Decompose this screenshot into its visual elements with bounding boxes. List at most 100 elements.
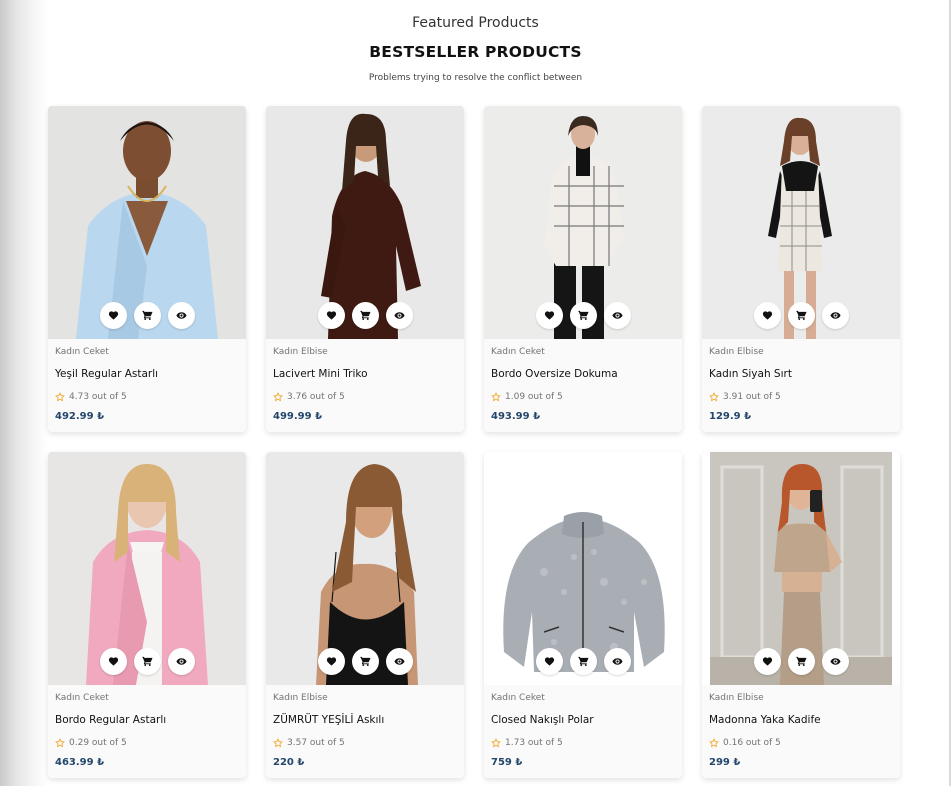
add-to-cart-button[interactable] [351, 648, 379, 675]
product-card[interactable]: Kadın Ceket Bordo Oversize Dokuma 1.09 o… [484, 106, 682, 432]
product-card[interactable]: Kadın Elbise Madonna Yaka Kadife 0.16 ou… [702, 452, 900, 778]
product-category: Kadın Elbise [709, 693, 764, 703]
favorite-button[interactable] [753, 648, 781, 675]
rating-text: 3.91 out of 5 [723, 391, 781, 402]
rating-text: 0.29 out of 5 [69, 737, 127, 748]
eye-icon [175, 312, 187, 319]
heart-icon [544, 657, 554, 666]
product-card[interactable]: Kadın Elbise Lacivert Mini Triko 3.76 ou… [266, 106, 464, 432]
product-image[interactable] [48, 452, 246, 685]
product-name[interactable]: Lacivert Mini Triko [273, 368, 457, 382]
product-price: 129.9 ₺ [709, 411, 752, 422]
product-grid: Kadın Ceket Yeşil Regular Astarlı 4.73 o… [48, 106, 900, 778]
product-actions [48, 302, 246, 329]
rating-text: 3.57 out of 5 [287, 737, 345, 748]
favorite-button[interactable] [317, 302, 345, 329]
product-category: Kadın Ceket [55, 347, 109, 357]
product-name[interactable]: Yeşil Regular Astarlı [55, 368, 239, 382]
add-to-cart-button[interactable] [133, 648, 161, 675]
cart-icon [141, 656, 153, 667]
section-eyebrow: Featured Products [412, 15, 539, 31]
product-actions [702, 648, 900, 675]
quick-view-button[interactable] [821, 648, 849, 675]
product-rating: 4.73 out of 5 [55, 390, 239, 403]
heart-icon [326, 657, 336, 666]
favorite-button[interactable] [535, 648, 563, 675]
product-price: 299 ₺ [709, 757, 741, 768]
quick-view-button[interactable] [603, 648, 631, 675]
product-rating: 0.16 out of 5 [709, 736, 893, 749]
eye-icon [611, 312, 623, 319]
product-name[interactable]: Kadın Siyah Sırt [709, 368, 893, 382]
product-image[interactable] [266, 106, 464, 339]
product-image[interactable] [484, 106, 682, 339]
star-icon [491, 391, 501, 401]
product-card[interactable]: Kadın Ceket Bordo Regular Astarlı 0.29 o… [48, 452, 246, 778]
cart-icon [359, 656, 371, 667]
quick-view-button[interactable] [167, 648, 195, 675]
product-image[interactable] [484, 452, 682, 685]
star-icon [709, 737, 719, 747]
product-card[interactable]: Kadın Ceket Yeşil Regular Astarlı 4.73 o… [48, 106, 246, 432]
product-name[interactable]: Madonna Yaka Kadife [709, 714, 893, 728]
rating-text: 3.76 out of 5 [287, 391, 345, 402]
favorite-button[interactable] [99, 302, 127, 329]
quick-view-button[interactable] [603, 302, 631, 329]
product-category: Kadın Ceket [491, 347, 545, 357]
quick-view-button[interactable] [385, 302, 413, 329]
star-icon [55, 737, 65, 747]
add-to-cart-button[interactable] [787, 302, 815, 329]
product-name[interactable]: Bordo Oversize Dokuma [491, 368, 675, 382]
product-actions [484, 648, 682, 675]
product-price: 499.99 ₺ [273, 411, 323, 422]
product-image[interactable] [48, 106, 246, 339]
rating-text: 1.73 out of 5 [505, 737, 563, 748]
product-card[interactable]: Kadın Elbise Kadın Siyah Sırt 3.91 out o… [702, 106, 900, 432]
product-category: Kadın Ceket [55, 693, 109, 703]
product-category: Kadın Ceket [491, 693, 545, 703]
product-actions [266, 302, 464, 329]
product-rating: 3.91 out of 5 [709, 390, 893, 403]
section-subtitle: Problems trying to resolve the conflict … [368, 73, 583, 83]
quick-view-button[interactable] [821, 302, 849, 329]
favorite-button[interactable] [317, 648, 345, 675]
product-image[interactable] [702, 452, 900, 685]
heart-icon [108, 311, 118, 320]
product-name[interactable]: Bordo Regular Astarlı [55, 714, 239, 728]
star-icon [273, 737, 283, 747]
product-name[interactable]: Closed Nakışlı Polar [491, 714, 675, 728]
favorite-button[interactable] [99, 648, 127, 675]
eye-icon [393, 658, 405, 665]
favorite-button[interactable] [753, 302, 781, 329]
rating-text: 4.73 out of 5 [69, 391, 127, 402]
product-rating: 0.29 out of 5 [55, 736, 239, 749]
star-icon [491, 737, 501, 747]
eye-icon [611, 658, 623, 665]
product-card[interactable]: Kadın Elbise ZÜMRÜT YEŞİLİ Askılı 3.57 o… [266, 452, 464, 778]
product-image[interactable] [702, 106, 900, 339]
product-name[interactable]: ZÜMRÜT YEŞİLİ Askılı [273, 714, 457, 728]
product-rating: 3.76 out of 5 [273, 390, 457, 403]
cart-icon [577, 656, 589, 667]
product-price: 463.99 ₺ [55, 757, 105, 768]
add-to-cart-button[interactable] [787, 648, 815, 675]
add-to-cart-button[interactable] [569, 302, 597, 329]
eye-icon [829, 312, 841, 319]
product-category: Kadın Elbise [273, 347, 328, 357]
heart-icon [762, 657, 772, 666]
cart-icon [141, 310, 153, 321]
rating-text: 1.09 out of 5 [505, 391, 563, 402]
product-rating: 1.73 out of 5 [491, 736, 675, 749]
favorite-button[interactable] [535, 302, 563, 329]
add-to-cart-button[interactable] [351, 302, 379, 329]
product-price: 492.99 ₺ [55, 411, 105, 422]
cart-icon [577, 310, 589, 321]
add-to-cart-button[interactable] [569, 648, 597, 675]
product-card[interactable]: Kadın Ceket Closed Nakışlı Polar 1.73 ou… [484, 452, 682, 778]
product-price: 493.99 ₺ [491, 411, 541, 422]
product-rating: 1.09 out of 5 [491, 390, 675, 403]
product-image[interactable] [266, 452, 464, 685]
add-to-cart-button[interactable] [133, 302, 161, 329]
quick-view-button[interactable] [167, 302, 195, 329]
quick-view-button[interactable] [385, 648, 413, 675]
